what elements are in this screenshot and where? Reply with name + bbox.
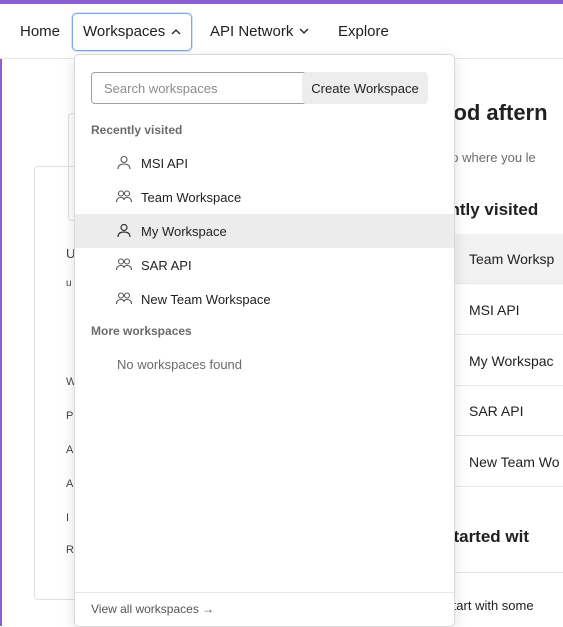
- more-workspaces-label: More workspaces: [91, 324, 192, 338]
- nav-home-label: Home: [20, 23, 61, 40]
- recent-row[interactable]: SAR API: [454, 386, 563, 436]
- nav-api-network[interactable]: API Network: [210, 18, 309, 46]
- nav-explore-label: Explore: [338, 23, 389, 40]
- recent-row[interactable]: My Workspac: [454, 336, 563, 386]
- nav-explore[interactable]: Explore: [338, 18, 389, 46]
- bg-letter: R: [66, 544, 74, 556]
- workspaces-dropdown: Create Workspace Recently visited MSI AP…: [74, 54, 455, 627]
- chevron-down-icon: [299, 18, 309, 46]
- create-workspace-button[interactable]: Create Workspace: [302, 72, 428, 104]
- bg-letter: A: [66, 444, 74, 456]
- nav-api-network-label: API Network: [210, 23, 294, 40]
- workspace-item-sar-api[interactable]: SAR API: [75, 248, 454, 282]
- empty-state-message: No workspaces found: [117, 357, 243, 372]
- workspace-item-label: Team Workspace: [141, 189, 242, 205]
- person-icon: [115, 154, 133, 172]
- workspace-item-label: New Team Workspace: [141, 291, 271, 307]
- bg-letter: P: [66, 410, 74, 422]
- workspace-item-new-team-workspace[interactable]: New Team Workspace: [75, 282, 454, 316]
- team-icon: [115, 290, 133, 308]
- workspace-item-my-workspace[interactable]: My Workspace: [75, 214, 454, 248]
- divider: [454, 572, 563, 573]
- bg-letter: I: [66, 512, 70, 524]
- greeting-heading: ood aftern: [440, 100, 548, 125]
- workspace-item-team-workspace[interactable]: Team Workspace: [75, 180, 454, 214]
- search-workspaces-input[interactable]: [91, 72, 313, 104]
- nav-home[interactable]: Home: [20, 18, 60, 46]
- chevron-up-icon: [171, 14, 181, 50]
- window-frame-left: [0, 0, 2, 626]
- recent-row[interactable]: Team Worksp: [454, 234, 563, 284]
- recent-row[interactable]: MSI API: [454, 285, 563, 335]
- view-all-workspaces-link[interactable]: View all workspaces →: [91, 602, 214, 616]
- team-icon: [115, 256, 133, 274]
- bg-letter: A: [66, 478, 74, 490]
- workspace-item-label: SAR API: [141, 257, 192, 273]
- workspace-item-label: My Workspace: [141, 223, 227, 239]
- person-icon: [115, 222, 133, 240]
- top-navigation: Home Workspaces API Network Explore: [0, 4, 563, 59]
- workspace-item-msi-api[interactable]: MSI API: [75, 146, 454, 180]
- bg-letter: u: [66, 278, 72, 289]
- get-started-heading: started wit: [444, 527, 530, 546]
- nav-workspaces[interactable]: Workspaces: [72, 13, 193, 51]
- greeting-subtitle: up where you le: [444, 150, 536, 165]
- start-with-text: Start with some: [444, 598, 534, 613]
- nav-workspaces-label: Workspaces: [83, 23, 166, 40]
- recent-row[interactable]: New Team Wo: [454, 437, 563, 487]
- recently-visited-label: Recently visited: [91, 123, 183, 137]
- workspace-item-label: MSI API: [141, 155, 188, 171]
- team-icon: [115, 188, 133, 206]
- dropdown-footer: View all workspaces →: [75, 592, 454, 626]
